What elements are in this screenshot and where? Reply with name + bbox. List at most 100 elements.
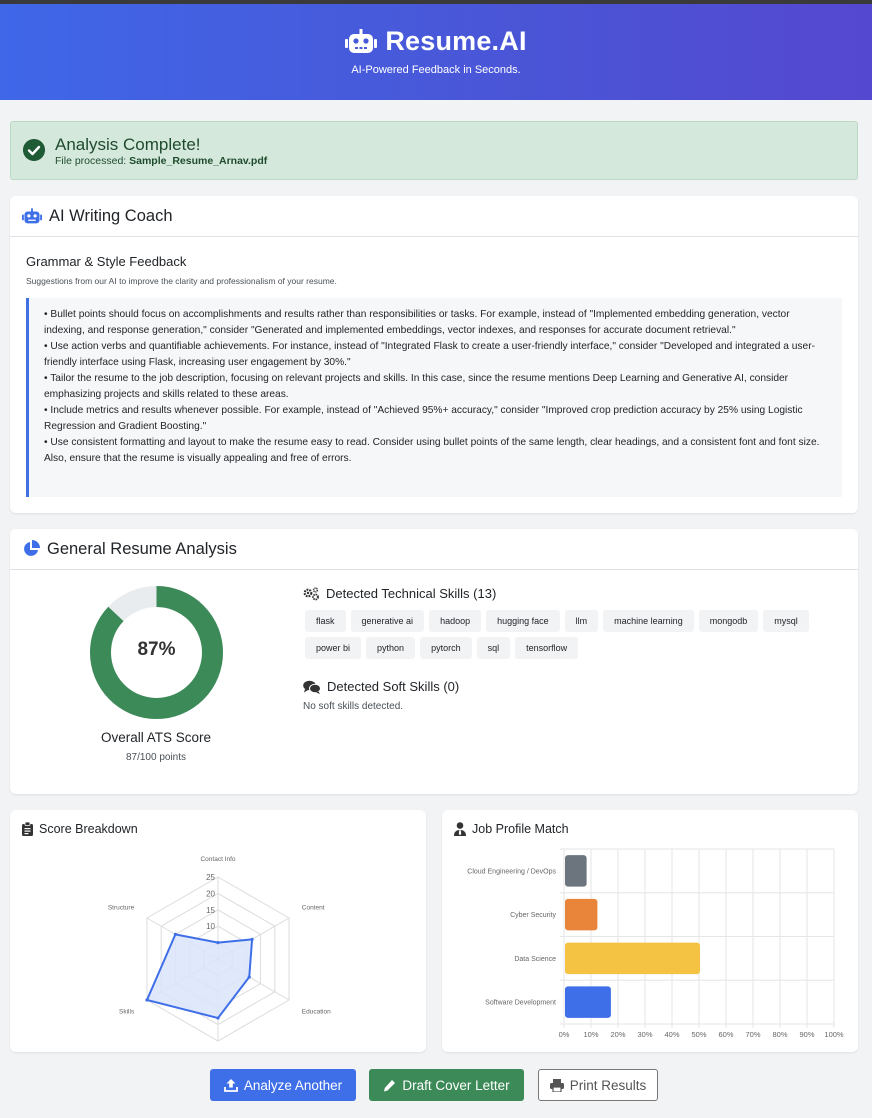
ats-score-value: 87% — [137, 639, 176, 660]
feedback-block: • Bullet points should focus on accompli… — [26, 298, 842, 497]
soft-skills-title: Detected Soft Skills (0) — [327, 679, 460, 694]
skill-chip: mysql — [763, 610, 809, 632]
brand-name: Resume.AI — [385, 26, 527, 56]
radar-tick-label: 10 — [206, 922, 215, 931]
alert-file-name: Sample_Resume_Arnav.pdf — [129, 155, 268, 167]
bar-mark — [565, 986, 611, 1018]
draft-cover-letter-label: Draft Cover Letter — [402, 1077, 510, 1093]
check-circle-icon — [23, 139, 45, 161]
job-profile-match-card: Job Profile Match 0% 10% 20% 30% 40% 50% 60% 70… — [442, 810, 858, 1052]
brand: Resume.AI — [0, 26, 872, 57]
skill-chip: power bi — [305, 637, 362, 659]
print-icon — [549, 1078, 564, 1092]
radar-axis-label: Education — [302, 1008, 331, 1015]
radar-axis-label: Structure — [108, 905, 135, 912]
skill-chip: mongodb — [698, 610, 759, 632]
score-breakdown-card: Score Breakdown 10 15 20 25 Contact Info Cont… — [10, 810, 426, 1064]
radar-tick-label: 20 — [206, 889, 215, 898]
soft-skills-empty: No soft skills detected. — [303, 701, 404, 712]
score-radar-chart: 10152025Contact InfoContentEducationExpe… — [108, 856, 331, 1064]
radar-tick-label: 15 — [206, 906, 215, 915]
print-results-label: Print Results — [569, 1077, 647, 1093]
bar-tick-label: 10% — [583, 1030, 598, 1039]
robot-icon — [22, 207, 42, 223]
bar-tick-label: 50% — [691, 1030, 706, 1039]
radar-point — [247, 975, 251, 979]
ats-score-points: 87/100 points — [125, 752, 187, 763]
clipboard-icon — [22, 822, 33, 836]
print-results-button[interactable]: Print Results — [538, 1069, 658, 1101]
technical-skills-heading: Detected Technical Skills (13) — [303, 586, 496, 601]
skill-chip: pytorch — [420, 637, 472, 659]
bar-category-label: Data Science — [514, 956, 556, 963]
bar-category-label: Cyber Security — [510, 912, 556, 919]
radar-tick-label: 25 — [206, 873, 215, 882]
skill-chip: llm — [564, 610, 599, 632]
card-header: General Resume Analysis — [10, 529, 858, 570]
robot-icon — [345, 28, 378, 53]
card-title: AI Writing Coach — [49, 206, 173, 225]
gears-icon — [303, 586, 319, 600]
radar-point — [216, 1016, 220, 1020]
feedback-item: • Include metrics and results whenever p… — [44, 405, 803, 432]
bar-tick-label: 90% — [799, 1030, 814, 1039]
bar-tick-label: 40% — [664, 1030, 679, 1039]
bar-tick-label: 70% — [745, 1030, 760, 1039]
skill-chip: sql — [476, 637, 511, 659]
general-analysis-card: General Resume Analysis 87% Overall ATS … — [10, 529, 858, 794]
pie-chart-icon — [24, 540, 40, 556]
comments-icon — [303, 680, 321, 694]
section-subtitle: Suggestions from our AI to improve the c… — [26, 276, 337, 286]
tagline: AI-Powered Feedback in Seconds. — [351, 64, 521, 76]
bar-tick-label: 30% — [637, 1030, 652, 1039]
ats-score-label: Overall ATS Score — [100, 730, 212, 745]
bar-tick-label: 60% — [718, 1030, 733, 1039]
draft-cover-letter-button[interactable]: Draft Cover Letter — [369, 1069, 524, 1101]
skill-chip: tensorflow — [515, 637, 579, 659]
skill-chip: generative ai — [350, 610, 425, 632]
skill-chip: flask — [305, 610, 346, 632]
alert-title: Analysis Complete! — [55, 135, 201, 154]
card-header: Job Profile Match — [454, 822, 569, 836]
card-header: Score Breakdown — [22, 822, 138, 836]
soft-skills-heading: Detected Soft Skills (0) — [303, 679, 459, 694]
skill-chip: hugging face — [486, 610, 560, 632]
feedback-item: • Use consistent formatting and layout t… — [44, 437, 820, 464]
bar-tick-label: 0% — [559, 1030, 570, 1039]
technical-skills-list: flask generative ai hadoop hugging face llm m… — [305, 610, 835, 659]
skill-chip: hadoop — [429, 610, 482, 632]
feedback-item: • Use action verbs and quantifiable achi… — [44, 341, 815, 368]
radar-axis-label: Skills — [119, 1008, 135, 1015]
success-alert: Analysis Complete! File processed: Sampl… — [10, 121, 858, 180]
ai-writing-coach-card: AI Writing Coach Grammar & Style Feedbac… — [10, 196, 858, 513]
radar-series-area — [145, 933, 254, 1020]
radar-point — [173, 932, 177, 936]
radar-point — [250, 937, 254, 941]
analyze-another-label: Analyze Another — [243, 1077, 343, 1093]
bar-category-label: Cloud Engineering / DevOps — [467, 868, 556, 875]
job-match-bar-chart: 0% 10% 20% 30% 40% 50% 60% 70% 80% 90% 100% Cloud E… — [467, 848, 844, 1039]
bar-tick-label: 80% — [772, 1030, 787, 1039]
radar-axis-label: Content — [302, 905, 325, 912]
analyze-another-button[interactable]: Analyze Another — [210, 1069, 356, 1101]
bar-tick-label: 100% — [824, 1030, 844, 1039]
skill-chip: machine learning — [603, 610, 694, 632]
upload-icon — [223, 1079, 238, 1092]
bar-mark — [565, 855, 587, 887]
radar-axis-label: Contact Info — [200, 856, 235, 863]
user-tie-icon — [454, 822, 466, 836]
card-title: General Resume Analysis — [47, 539, 237, 558]
card-title: Score Breakdown — [39, 822, 138, 836]
bar-mark — [565, 898, 598, 931]
skill-chip: python — [366, 637, 416, 659]
card-title: Job Profile Match — [472, 822, 569, 836]
section-title: Grammar & Style Feedback — [26, 254, 187, 269]
bar-mark — [565, 942, 700, 975]
technical-skills-title: Detected Technical Skills (13) — [326, 586, 497, 601]
bar-category-label: Software Development — [485, 1000, 556, 1007]
radar-point — [145, 998, 149, 1002]
feedback-item: • Bullet points should focus on accompli… — [44, 309, 790, 336]
card-header: AI Writing Coach — [10, 196, 858, 237]
feedback-item: • Tailor the resume to the job descripti… — [44, 373, 789, 400]
bar-tick-label: 20% — [610, 1030, 625, 1039]
